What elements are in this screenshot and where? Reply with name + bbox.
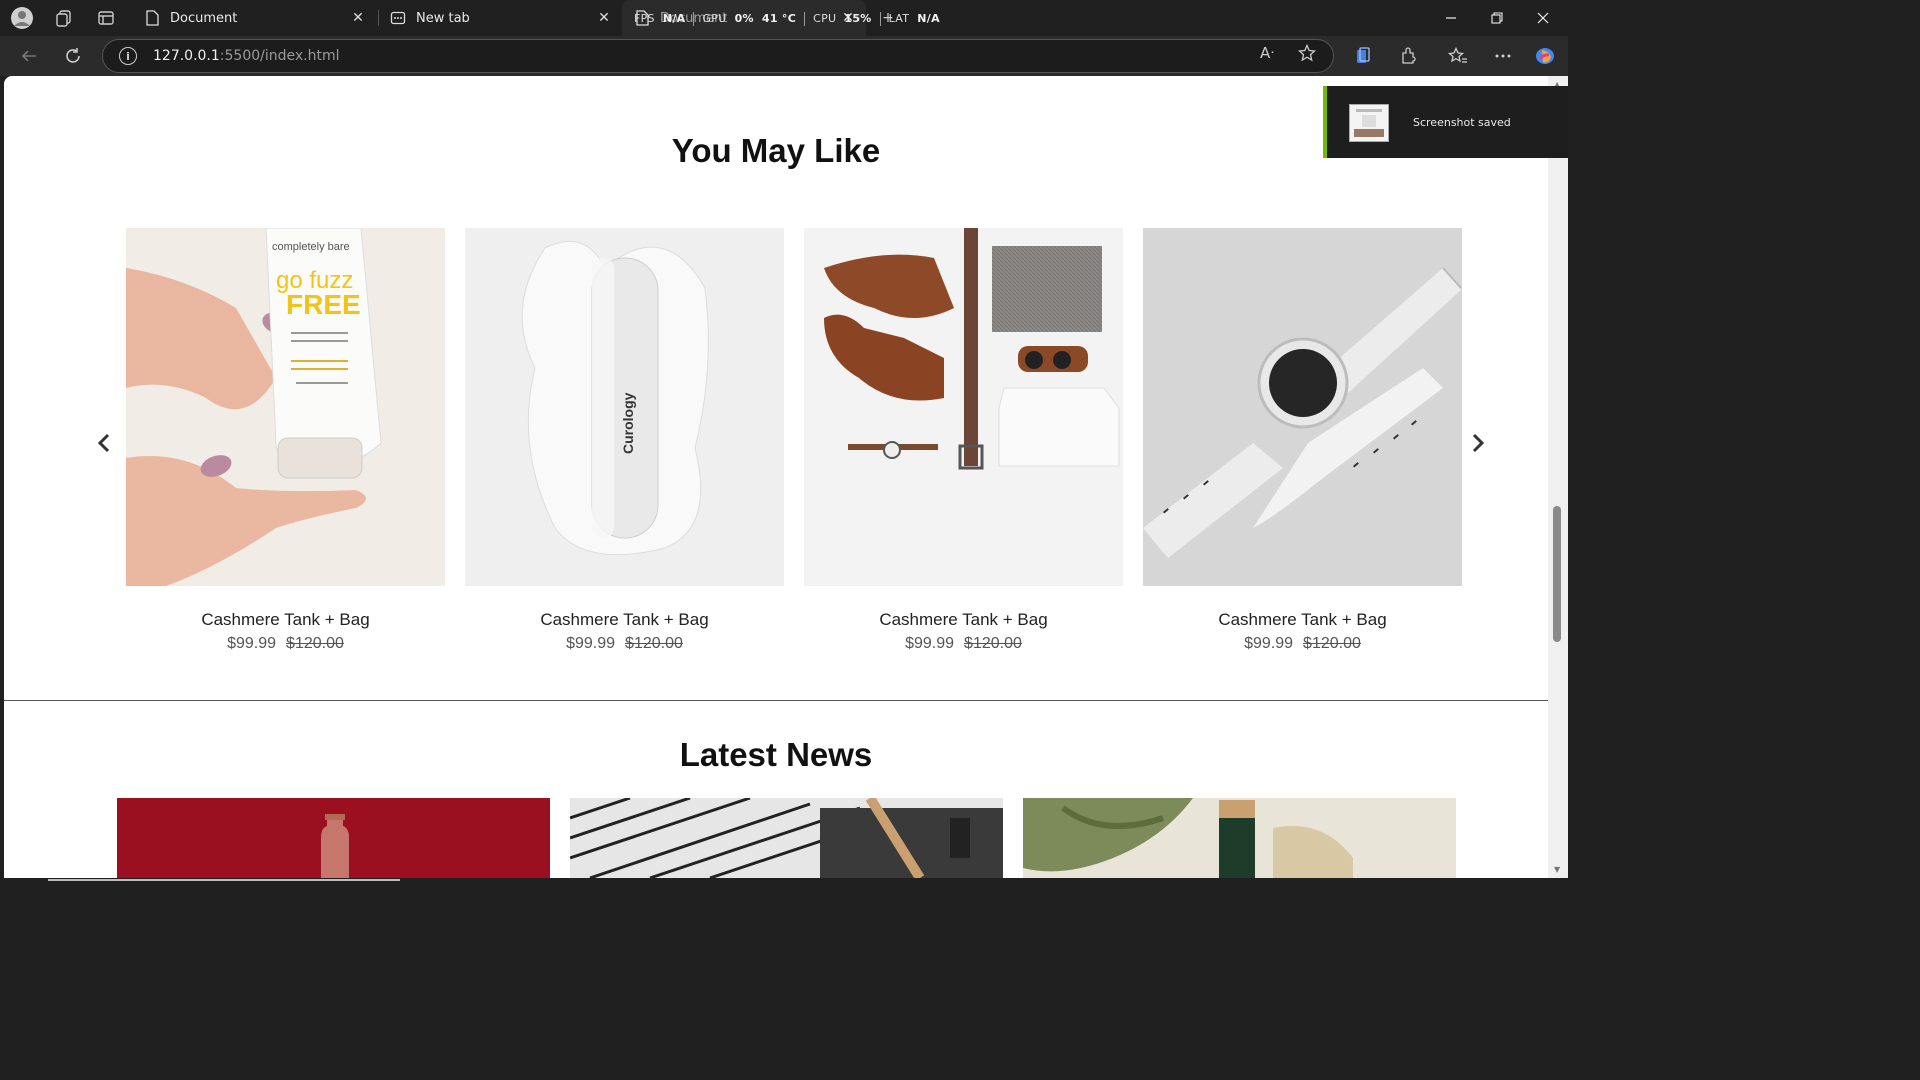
scrollbar-thumb[interactable] (1553, 506, 1561, 642)
smartwatch-photo[interactable] (1143, 228, 1462, 586)
gpu-label: GPU (702, 12, 727, 25)
tab-new-tab[interactable]: New tab ✕ (378, 0, 622, 36)
olive-bottle-photo[interactable] (1023, 798, 1456, 878)
scroll-down-icon[interactable]: ▼ (1554, 865, 1560, 874)
screenshot-thumbnail (1349, 104, 1389, 142)
page-viewport: You May Like completely bare go fuzz FRE… (4, 76, 1548, 878)
workspaces-icon[interactable] (52, 6, 76, 30)
product-card[interactable]: Cashmere Tank + Bag $99.99 $120.00 (804, 228, 1123, 653)
read-aloud-icon[interactable]: Aᐧ (1260, 44, 1274, 62)
fps-value: N/A (662, 12, 686, 25)
browser-toolbar: i 127.0.0.1:5500/index.html Aᐧ (0, 36, 1568, 76)
horizontal-scroll-indicator (48, 879, 400, 881)
site-info-icon[interactable]: i (119, 47, 137, 65)
striped-fabric-photo[interactable] (570, 798, 1003, 878)
lat-value: N/A (917, 12, 940, 25)
collections-icon[interactable] (1350, 43, 1376, 69)
product-old-price: $120.00 (964, 635, 1022, 652)
osd-divider (804, 12, 806, 26)
gpu-temp: 41 °C (761, 12, 797, 25)
section-divider (4, 700, 1548, 701)
gpu-value: 0% (734, 12, 754, 25)
product-prices: $99.99 $120.00 (1143, 635, 1462, 653)
screenshot-toast[interactable]: Screenshot saved (1323, 86, 1568, 158)
product-card[interactable]: completely bare go fuzz FREE Cashmere Ta… (126, 228, 445, 653)
product-old-price: $120.00 (1303, 635, 1361, 652)
tab-title: Document (170, 10, 238, 26)
close-tab-icon[interactable]: ✕ (596, 10, 612, 26)
close-tab-icon[interactable]: ✕ (350, 10, 366, 26)
fps-label: FPS (634, 12, 655, 25)
toast-message: Screenshot saved (1413, 116, 1511, 129)
performance-overlay: FPS N/A GPU 0% 41 °C CPU 15% LAT N/A (634, 12, 940, 26)
cpu-label: CPU (813, 12, 837, 25)
carousel-next-icon[interactable] (1466, 428, 1490, 458)
product-card[interactable]: Cashmere Tank + Bag $99.99 $120.00 (1143, 228, 1462, 653)
vertical-tabs-icon[interactable] (94, 6, 118, 30)
osd-divider (879, 12, 881, 26)
bottle-brand-text: Curology (620, 392, 636, 454)
back-arrow-icon[interactable] (16, 43, 42, 69)
product-price: $99.99 (1244, 635, 1294, 652)
you-may-like-title: You May Like (671, 132, 881, 169)
page-icon (144, 10, 160, 26)
product-old-price: $120.00 (625, 635, 683, 652)
product-name[interactable]: Cashmere Tank + Bag (1143, 610, 1462, 630)
lat-label: LAT (888, 12, 910, 25)
tube-hand-photo[interactable]: completely bare go fuzz FREE (126, 228, 445, 586)
profile-avatar-icon[interactable] (10, 6, 34, 30)
osd-divider (693, 12, 695, 26)
favorites-list-icon[interactable] (1445, 43, 1471, 69)
tab-title: New tab (416, 10, 470, 26)
refresh-icon[interactable] (60, 43, 86, 69)
read-aloud-label: A (1260, 44, 1271, 62)
copilot-icon[interactable] (1532, 43, 1558, 69)
product-prices: $99.99 $120.00 (804, 635, 1123, 653)
cpu-value: 15% (844, 12, 872, 25)
title-bar: Document ✕ New tab ✕ Document ✕ + FPS N/… (0, 0, 1568, 36)
product-price: $99.99 (905, 635, 955, 652)
bottle-splash-photo[interactable]: Curology (465, 228, 784, 586)
address-bar[interactable]: i 127.0.0.1:5500/index.html (102, 39, 1334, 73)
favorite-star-icon[interactable] (1297, 43, 1317, 66)
product-prices: $99.99 $120.00 (465, 635, 784, 653)
product-price: $99.99 (227, 635, 277, 652)
tube-tagline-2: FREE (286, 289, 361, 320)
minimize-button[interactable] (1428, 0, 1474, 36)
url-host: 127.0.0.1 (153, 48, 220, 64)
product-name[interactable]: Cashmere Tank + Bag (126, 610, 445, 630)
product-price: $99.99 (566, 635, 616, 652)
carousel-prev-icon[interactable] (92, 428, 116, 458)
product-old-price: $120.00 (286, 635, 344, 652)
latest-news-title: Latest News (679, 736, 873, 773)
red-bottle-photo[interactable] (117, 798, 550, 878)
close-window-button[interactable] (1520, 0, 1566, 36)
tab-document-1[interactable]: Document ✕ (132, 0, 376, 36)
flatlay-outfit-photo[interactable] (804, 228, 1123, 586)
tube-brand-text: completely bare (272, 241, 350, 253)
product-name[interactable]: Cashmere Tank + Bag (465, 610, 784, 630)
new-tab-page-icon (390, 10, 406, 26)
product-name[interactable]: Cashmere Tank + Bag (804, 610, 1123, 630)
product-prices: $99.99 $120.00 (126, 635, 445, 653)
page-scrollbar[interactable]: ▲ ▼ (1548, 76, 1568, 878)
bottom-edge (0, 878, 1568, 882)
more-menu-icon[interactable] (1490, 43, 1516, 69)
restore-button[interactable] (1474, 0, 1520, 36)
url-path: :5500/index.html (219, 48, 340, 64)
product-card[interactable]: Curology Cashmere Tank + Bag $99.99 $120.… (465, 228, 784, 653)
extensions-icon[interactable] (1395, 43, 1421, 69)
